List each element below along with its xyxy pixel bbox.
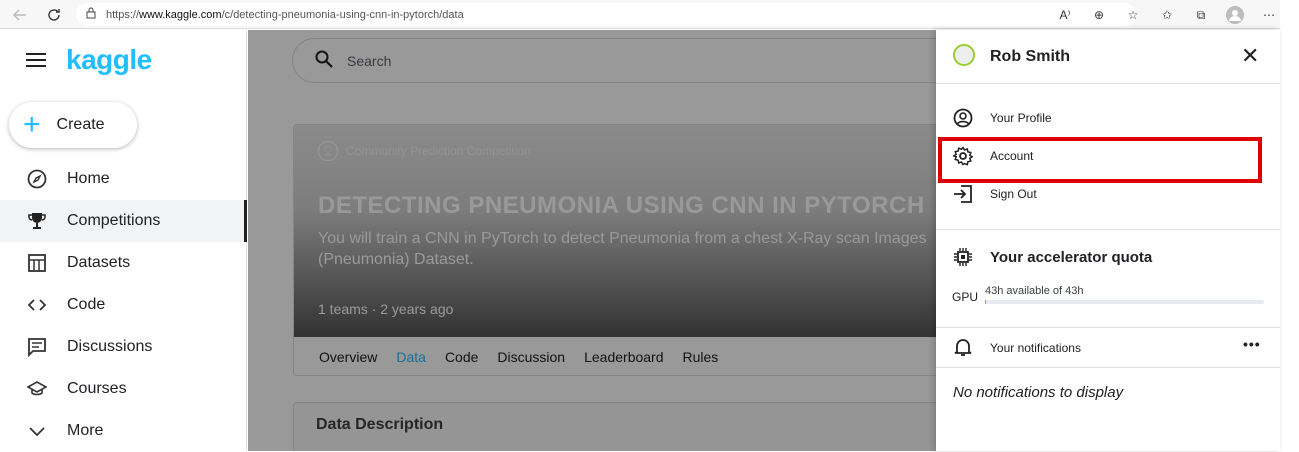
- avatar[interactable]: [953, 44, 975, 66]
- create-button[interactable]: + Create: [9, 102, 137, 148]
- favorites-icon[interactable]: ✩: [1157, 5, 1177, 25]
- kaggle-logo[interactable]: kaggle: [66, 44, 152, 76]
- address-bar[interactable]: https://www.kaggle.com/c/detecting-pneum…: [76, 3, 1136, 26]
- url-prefix: https://: [106, 8, 140, 21]
- bell-icon: [936, 328, 976, 366]
- sidebar-item-more[interactable]: More: [0, 410, 247, 452]
- plus-icon: +: [23, 108, 41, 141]
- gpu-quota-fill: [985, 300, 987, 304]
- browser-toolbar: https://www.kaggle.com/c/detecting-pneum…: [0, 0, 1280, 29]
- divider: [936, 229, 1280, 230]
- profile-panel: Rob Smith ✕ Your Profile Account Sign Ou…: [936, 30, 1280, 451]
- sidebar-item-label: Courses: [67, 380, 127, 397]
- notifications-label: Your notifications: [990, 341, 1081, 355]
- zoom-icon[interactable]: ⊕: [1089, 5, 1109, 25]
- table-icon: [26, 252, 48, 274]
- sidebar-item-competitions[interactable]: Competitions: [0, 200, 247, 242]
- read-aloud-icon[interactable]: A⁾: [1055, 5, 1075, 25]
- sidebar-item-discussions[interactable]: Discussions: [0, 326, 247, 368]
- gpu-quota-bar: [985, 300, 1264, 304]
- comment-icon: [26, 336, 48, 358]
- lock-icon: [86, 7, 96, 22]
- menu-item-your-profile[interactable]: Your Profile: [936, 99, 1280, 137]
- sidebar-item-label: More: [67, 422, 104, 439]
- trophy-icon: [26, 210, 48, 232]
- school-icon: [26, 378, 48, 400]
- more-options-icon[interactable]: •••: [1243, 336, 1261, 352]
- settings-more-icon[interactable]: ⋯: [1259, 5, 1279, 25]
- sidebar-item-label: Datasets: [67, 254, 131, 271]
- sidebar-item-label: Discussions: [67, 338, 153, 355]
- menu-item-label: Your Profile: [990, 111, 1052, 125]
- divider: [936, 327, 1280, 328]
- close-icon[interactable]: ✕: [1241, 45, 1259, 67]
- url-host: www.kaggle.com: [139, 8, 222, 21]
- sidebar: kaggle + Create Home Competitions Datase…: [0, 30, 247, 451]
- chevron-down-icon: [26, 420, 48, 442]
- modal-backdrop[interactable]: [248, 30, 936, 451]
- sidebar-item-datasets[interactable]: Datasets: [0, 242, 247, 284]
- back-icon[interactable]: [10, 5, 30, 25]
- profile-icon[interactable]: [1225, 5, 1245, 25]
- menu-item-label: Sign Out: [990, 187, 1037, 201]
- code-icon: [26, 294, 48, 316]
- user-name: Rob Smith: [990, 48, 1070, 65]
- refresh-icon[interactable]: [44, 5, 64, 25]
- favorite-add-icon[interactable]: ☆: [1123, 5, 1143, 25]
- sidebar-item-code[interactable]: Code: [0, 284, 247, 326]
- no-notifications-text: No notifications to display: [953, 384, 1124, 401]
- hamburger-menu-icon[interactable]: [26, 53, 46, 67]
- accelerator-quota-title: Your accelerator quota: [990, 249, 1153, 266]
- sidebar-item-label: Code: [67, 296, 106, 313]
- sidebar-item-courses[interactable]: Courses: [0, 368, 247, 410]
- panel-header: Rob Smith ✕: [936, 30, 1280, 84]
- sidebar-item-label: Home: [67, 170, 110, 187]
- gpu-label: GPU: [952, 290, 979, 304]
- main-content: Search 🏆︎ Community Prediction Competiti…: [248, 30, 936, 451]
- browser-actions: A⁾ ⊕ ☆ ✩ ⧉ ⋯: [1055, 5, 1279, 25]
- url-path: /c/detecting-pneumonia-using-cnn-in-pyto…: [221, 8, 464, 21]
- sidebar-item-label: Competitions: [67, 212, 161, 229]
- gpu-quota-text: 43h available of 43h: [985, 285, 1084, 297]
- sidebar-item-home[interactable]: Home: [0, 158, 247, 200]
- account-highlight-box: [938, 137, 1262, 183]
- sign-out-icon: [953, 184, 973, 204]
- create-label: Create: [56, 116, 105, 133]
- chip-icon: [936, 238, 976, 276]
- collections-icon[interactable]: ⧉: [1191, 5, 1211, 25]
- divider: [936, 367, 1280, 368]
- account-circle-icon: [953, 108, 973, 128]
- compass-icon: [26, 168, 48, 190]
